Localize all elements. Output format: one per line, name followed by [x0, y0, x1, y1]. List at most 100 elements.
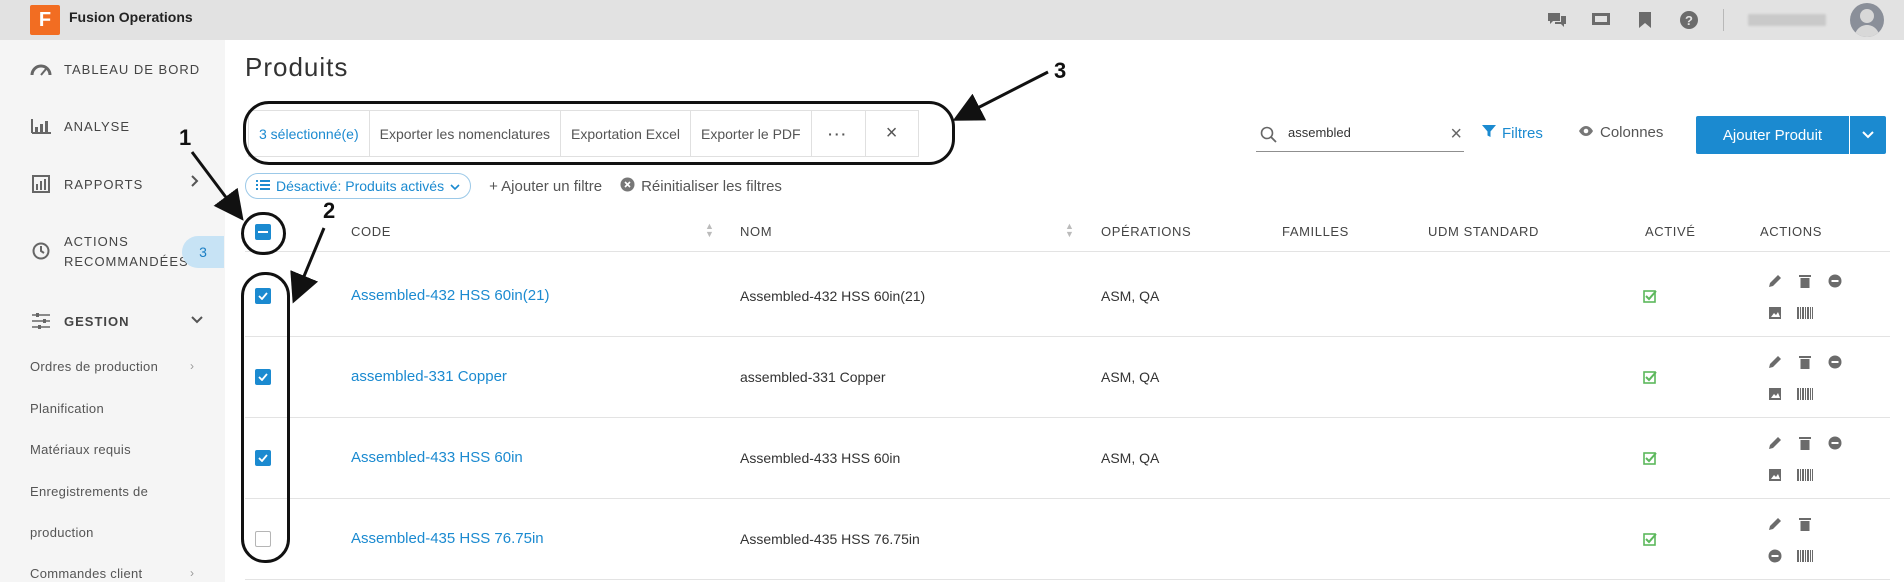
- eye-icon: [1578, 124, 1594, 141]
- help-icon[interactable]: ?: [1679, 10, 1699, 30]
- list-icon: [256, 178, 270, 194]
- sidebar-item-label: RAPPORTS: [64, 176, 144, 192]
- delete-icon[interactable]: [1796, 434, 1814, 452]
- sidebar-subitem-production-orders[interactable]: Ordres de production: [30, 359, 158, 374]
- edit-icon[interactable]: [1766, 515, 1784, 533]
- table-row[interactable]: Assembled-435 HSS 76.75in Assembled-435 …: [245, 499, 1890, 580]
- chevron-down-icon[interactable]: [190, 313, 204, 328]
- reset-filters-label: Réinitialiser les filtres: [641, 177, 782, 195]
- chevron-down-icon: [1862, 126, 1874, 144]
- chat-icon[interactable]: [1547, 10, 1567, 30]
- table-row[interactable]: Assembled-432 HSS 60in(21) Assembled-432…: [245, 256, 1890, 337]
- sidebar-subitem-planning[interactable]: Planification: [30, 401, 104, 416]
- sidebar-item-recommended-actions[interactable]: ACTIONS RECOMMANDÉES: [30, 232, 189, 272]
- bookmark-icon[interactable]: [1635, 10, 1655, 30]
- barcode-icon[interactable]: [1796, 385, 1814, 403]
- barcode-icon[interactable]: [1796, 466, 1814, 484]
- image-icon[interactable]: [1766, 304, 1784, 322]
- activate-icon[interactable]: [1766, 547, 1784, 565]
- sidebar-item-dashboard[interactable]: TABLEAU DE BORD: [30, 58, 200, 80]
- sidebar-subitem-required-materials[interactable]: Matériaux requis: [30, 442, 131, 457]
- edit-icon[interactable]: [1766, 272, 1784, 290]
- recommended-count-badge: 3: [182, 236, 224, 268]
- product-name: Assembled-432 HSS 60in(21): [740, 288, 926, 304]
- active-check-icon: [1643, 289, 1657, 308]
- delete-icon[interactable]: [1796, 272, 1814, 290]
- user-name-blurred[interactable]: [1748, 14, 1826, 26]
- delete-icon[interactable]: [1796, 353, 1814, 371]
- gauge-icon: [30, 58, 52, 80]
- product-operations: ASM, QA: [1101, 450, 1160, 466]
- sidebar-item-label-2: RECOMMANDÉES: [64, 254, 189, 269]
- table-row[interactable]: assembled-331 Copper assembled-331 Coppe…: [245, 337, 1890, 418]
- product-code-link[interactable]: Assembled-433 HSS 60in: [351, 449, 523, 466]
- annotation-bulk-bar-outline: [243, 101, 955, 165]
- product-name: Assembled-433 HSS 60in: [740, 450, 901, 466]
- avatar[interactable]: [1850, 3, 1884, 37]
- sidebar-subitem-customer-orders[interactable]: Commandes client: [30, 566, 142, 581]
- chevron-right-icon: [190, 174, 200, 191]
- annotation-number-1: 1: [179, 125, 192, 150]
- product-operations: ASM, QA: [1101, 288, 1160, 304]
- deactivate-icon[interactable]: [1826, 434, 1844, 452]
- product-code-link[interactable]: Assembled-432 HSS 60in(21): [351, 287, 549, 304]
- svg-text:?: ?: [1685, 13, 1693, 28]
- product-name: assembled-331 Copper: [740, 369, 886, 385]
- sliders-icon: [30, 310, 52, 332]
- image-icon[interactable]: [1766, 385, 1784, 403]
- sidebar-item-management[interactable]: GESTION: [30, 310, 130, 332]
- filter-row: Désactivé: Produits activés + Ajouter un…: [245, 173, 782, 199]
- search-box: ×: [1256, 120, 1464, 152]
- add-product-button[interactable]: Ajouter Produit: [1696, 116, 1849, 154]
- product-code-link[interactable]: assembled-331 Copper: [351, 368, 507, 385]
- annotation-select-all-outline: [241, 212, 286, 255]
- sidebar-item-analysis[interactable]: ANALYSE: [30, 115, 130, 137]
- sidebar-item-label: GESTION: [64, 313, 130, 329]
- add-product-button-group: Ajouter Produit: [1696, 116, 1886, 154]
- column-header-families: FAMILLES: [1282, 224, 1349, 239]
- column-header-active: ACTIVÉ: [1645, 224, 1696, 239]
- column-header-name[interactable]: NOM: [740, 224, 772, 239]
- edit-icon[interactable]: [1766, 434, 1784, 452]
- sidebar-subitem-production-records[interactable]: Enregistrements de: [30, 484, 148, 499]
- barcode-icon[interactable]: [1796, 304, 1814, 322]
- reset-filters-button[interactable]: Réinitialiser les filtres: [620, 177, 782, 196]
- sort-icon[interactable]: ▲ ▼: [1065, 222, 1074, 239]
- search-input[interactable]: [1288, 125, 1428, 140]
- filters-label: Filtres: [1502, 124, 1543, 142]
- image-icon[interactable]: [1766, 466, 1784, 484]
- edit-icon[interactable]: [1766, 353, 1784, 371]
- clear-search-button[interactable]: ×: [1450, 123, 1462, 146]
- active-filter-chip[interactable]: Désactivé: Produits activés: [245, 173, 472, 199]
- sidebar-item-label: TABLEAU DE BORD: [64, 61, 201, 77]
- column-header-actions: ACTIONS: [1760, 224, 1822, 239]
- app-logo: F: [30, 5, 60, 35]
- sidebar-item-reports[interactable]: RAPPORTS: [30, 173, 143, 195]
- columns-button[interactable]: Colonnes: [1578, 124, 1663, 141]
- sidebar: TABLEAU DE BORD ANALYSE RAPPORTS ACTIONS…: [0, 40, 225, 582]
- deactivate-icon[interactable]: [1826, 272, 1844, 290]
- add-product-menu-button[interactable]: [1850, 116, 1886, 154]
- barcode-icon[interactable]: [1796, 547, 1814, 565]
- annotation-number-3: 3: [1054, 58, 1067, 83]
- active-check-icon: [1643, 451, 1657, 470]
- sidebar-subitem-production-records-2[interactable]: production: [30, 525, 94, 540]
- top-separator: [1723, 9, 1724, 31]
- columns-label: Colonnes: [1600, 124, 1664, 141]
- chevron-down-icon: [450, 178, 460, 194]
- arrow-3: [952, 70, 1049, 121]
- sort-icon[interactable]: ▲ ▼: [705, 222, 714, 239]
- sidebar-item-label: ACTIONS: [64, 234, 129, 249]
- product-name: Assembled-435 HSS 76.75in: [740, 531, 920, 547]
- screen-icon[interactable]: [1591, 10, 1611, 30]
- add-filter-button[interactable]: + Ajouter un filtre: [489, 178, 602, 195]
- active-check-icon: [1643, 532, 1657, 551]
- deactivate-icon[interactable]: [1826, 353, 1844, 371]
- column-header-code[interactable]: CODE: [351, 224, 391, 239]
- table-row[interactable]: Assembled-433 HSS 60in Assembled-433 HSS…: [245, 418, 1890, 499]
- filters-button[interactable]: Filtres: [1482, 124, 1543, 142]
- page-title: Produits: [245, 52, 349, 82]
- top-bar: F Fusion Operations ?: [0, 0, 1904, 40]
- product-code-link[interactable]: Assembled-435 HSS 76.75in: [351, 530, 544, 547]
- delete-icon[interactable]: [1796, 515, 1814, 533]
